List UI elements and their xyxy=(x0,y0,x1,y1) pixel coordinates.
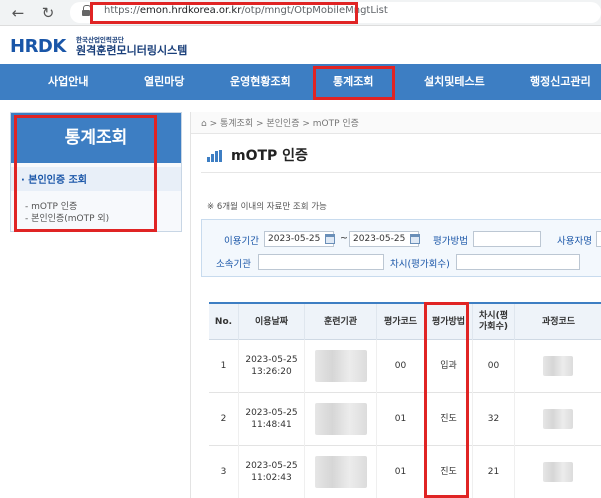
user-name-label: 사용자명 xyxy=(557,236,592,247)
date-to-input[interactable]: 2023-05-25 xyxy=(349,231,419,247)
col-header-institution: 훈련기관 xyxy=(305,304,377,340)
table-row[interactable]: 1 2023-05-25 13:26:20 00 입과 00 xyxy=(209,340,601,393)
cell-date: 2023-05-25 11:02:43 xyxy=(239,446,305,498)
date-range-label: 이용기간 xyxy=(224,236,259,247)
org-label: 소속기관 xyxy=(216,259,251,270)
cell-institution-redacted xyxy=(305,340,377,393)
cell-no: 3 xyxy=(209,446,239,498)
nav-item-admin-report[interactable]: 행정신고관리 xyxy=(530,64,591,100)
bar-chart-icon xyxy=(207,150,225,162)
session-label: 차시(평가회수) xyxy=(390,259,450,270)
table-header: No. 이용날짜 훈련기관 평가코드 평가방법 차시(평 가회수) 과정코드 xyxy=(209,304,601,340)
logo-system-name: 원격훈련모니터링시스템 xyxy=(76,44,188,57)
eval-method-label: 평가방법 xyxy=(433,236,468,247)
cell-course-code-redacted xyxy=(515,446,601,498)
nav-item-open-forum[interactable]: 열린마당 xyxy=(144,64,184,100)
date-from-input[interactable]: 2023-05-25 xyxy=(264,231,334,247)
page-title: mOTP 인증 xyxy=(231,148,308,164)
cell-course-code-redacted xyxy=(515,393,601,446)
cell-institution-redacted xyxy=(305,446,377,498)
col-header-session: 차시(평 가회수) xyxy=(473,304,515,340)
org-input[interactable] xyxy=(258,254,384,270)
table-row[interactable]: 2 2023-05-25 11:48:41 01 진도 32 xyxy=(209,393,601,446)
cell-date: 2023-05-25 13:26:20 xyxy=(239,340,305,393)
title-divider xyxy=(201,172,601,173)
cell-date-day: 2023-05-25 xyxy=(245,355,298,366)
cell-eval-code: 01 xyxy=(377,393,425,446)
date-separator: ~ xyxy=(340,233,348,244)
cell-eval-code: 01 xyxy=(377,446,425,498)
user-name-input[interactable] xyxy=(596,231,601,247)
top-navigation: 사업안내 열린마당 운영현황조회 통계조회 설치및테스트 행정신고관리 xyxy=(0,64,601,100)
url-highlight-box xyxy=(90,2,358,24)
cell-no: 2 xyxy=(209,393,239,446)
nav-item-operation-status[interactable]: 운영현황조회 xyxy=(230,64,291,100)
cell-date-time: 11:48:41 xyxy=(251,419,292,430)
reload-icon[interactable]: ↻ xyxy=(38,3,58,23)
eval-method-input[interactable] xyxy=(473,231,541,247)
cell-course-code-redacted xyxy=(515,340,601,393)
nav-item-install-test[interactable]: 설치및테스트 xyxy=(424,64,485,100)
breadcrumb: ⌂ > 통계조회 > 본인인증 > mOTP 인증 xyxy=(201,119,359,129)
cell-session: 32 xyxy=(473,393,515,446)
session-input[interactable] xyxy=(456,254,580,270)
calendar-icon[interactable] xyxy=(410,234,420,244)
lock-icon xyxy=(82,5,91,16)
col-header-eval-code: 평가코드 xyxy=(377,304,425,340)
cell-institution-redacted xyxy=(305,393,377,446)
col-header-course-code: 과정코드 xyxy=(541,316,576,327)
eval-method-column-highlight xyxy=(424,302,469,498)
sidebar-highlight-box xyxy=(14,115,157,232)
nav-highlight-box xyxy=(313,66,395,100)
logo-mark: HRDK xyxy=(10,36,66,57)
nav-item-business-info[interactable]: 사업안내 xyxy=(48,64,88,100)
cell-date: 2023-05-25 11:48:41 xyxy=(239,393,305,446)
cell-eval-code: 00 xyxy=(377,340,425,393)
search-panel: 이용기간 2023-05-25 ~ 2023-05-25 평가방법 사용자명 소… xyxy=(201,219,601,277)
cell-date-day: 2023-05-25 xyxy=(245,461,298,472)
cell-session: 00 xyxy=(473,340,515,393)
cell-date-time: 11:02:43 xyxy=(251,472,292,483)
cell-no: 1 xyxy=(209,340,239,393)
cell-session: 21 xyxy=(473,446,515,498)
notice-text: ※ 6개월 이내의 자료만 조회 가능 xyxy=(207,202,327,212)
main-content: ⌂ > 통계조회 > 본인인증 > mOTP 인증 mOTP 인증 ※ 6개월 … xyxy=(190,112,601,498)
cell-date-day: 2023-05-25 xyxy=(245,408,298,419)
back-arrow-icon[interactable]: ← xyxy=(8,3,28,23)
col-header-no: No. xyxy=(209,304,239,340)
calendar-icon[interactable] xyxy=(325,234,335,244)
results-table: No. 이용날짜 훈련기관 평가코드 평가방법 차시(평 가회수) 과정코드 1… xyxy=(209,302,601,498)
cell-date-time: 13:26:20 xyxy=(251,366,292,377)
table-row[interactable]: 3 2023-05-25 11:02:43 01 진도 21 xyxy=(209,446,601,498)
col-header-date: 이용날짜 xyxy=(239,304,305,340)
